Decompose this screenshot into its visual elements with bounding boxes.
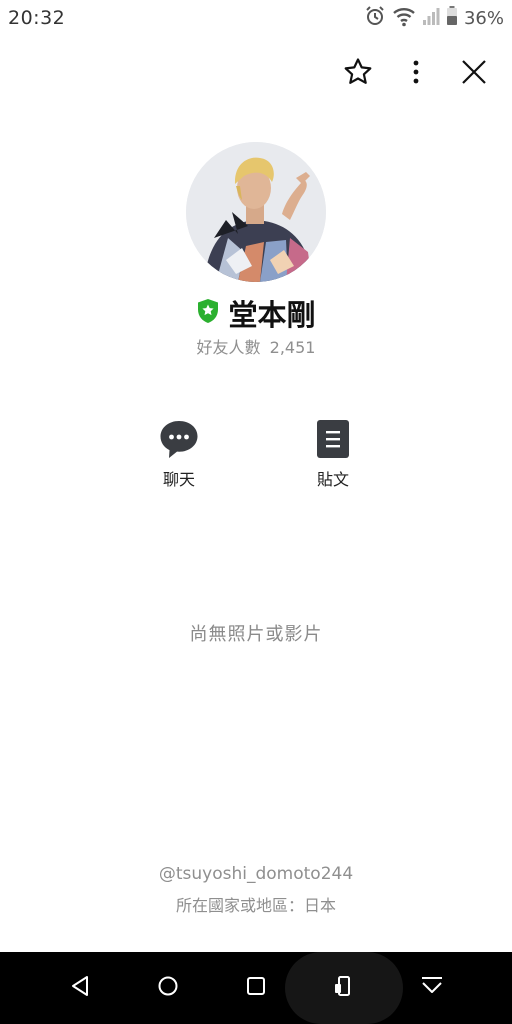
profile-name: 堂本剛: [228, 298, 316, 332]
friends-label: 好友人數: [196, 338, 261, 357]
recents-button[interactable]: [238, 970, 274, 1006]
home-button[interactable]: [150, 970, 186, 1006]
top-actions: [320, 56, 494, 92]
hide-nav-button[interactable]: [414, 970, 450, 1006]
rotate-screen-button[interactable]: [326, 970, 362, 1006]
more-options-button[interactable]: [396, 56, 436, 92]
status-icons: 36%: [364, 6, 504, 30]
recents-icon: [246, 976, 266, 1000]
navigation-bar: [0, 952, 512, 1024]
chat-button[interactable]: 聊天: [139, 418, 219, 490]
status-bar: 20:32 36%: [0, 0, 512, 36]
country-info: 所在國家或地區：日本: [175, 896, 336, 915]
chat-bubble-icon: [139, 418, 219, 460]
posts-label: 貼文: [316, 470, 349, 489]
close-button[interactable]: [454, 56, 494, 92]
alarm-icon: [364, 5, 386, 31]
profile-avatar[interactable]: [186, 142, 326, 282]
wifi-icon: [392, 5, 416, 31]
line-id: @tsuyoshi_domoto244: [158, 864, 354, 884]
battery-icon: [446, 5, 458, 31]
favorite-button[interactable]: [338, 56, 378, 92]
verified-badge-icon: [196, 298, 220, 328]
screen-rotate-icon: [334, 975, 354, 1001]
home-icon: [157, 975, 179, 1001]
more-vertical-icon: [412, 59, 420, 89]
chat-label: 聊天: [162, 470, 195, 489]
profile-name-row: 堂本剛: [0, 292, 512, 334]
signal-icon: [422, 5, 440, 31]
friends-count: 好友人數 2,451: [0, 334, 512, 358]
back-icon: [69, 974, 91, 1002]
post-document-icon: [293, 418, 373, 460]
battery-percent: 36%: [463, 7, 504, 29]
back-button[interactable]: [62, 970, 98, 1006]
posts-button[interactable]: 貼文: [293, 418, 373, 490]
empty-media-text: 尚無照片或影片: [189, 624, 323, 645]
status-time: 20:32: [8, 7, 66, 29]
star-icon: [343, 57, 373, 91]
hide-nav-icon: [420, 975, 444, 1001]
friends-number: 2,451: [269, 338, 316, 357]
close-icon: [461, 59, 487, 89]
